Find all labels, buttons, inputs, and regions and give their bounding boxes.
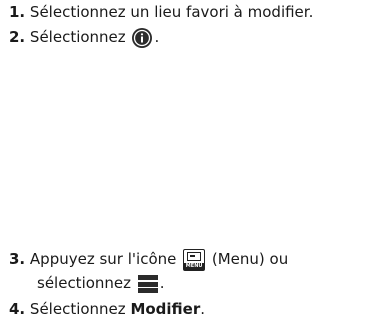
step-number: 1. [9, 3, 26, 21]
step-text: Sélectionnez [29, 300, 131, 318]
step-text-end: . [154, 28, 160, 46]
step-number: 3. [9, 250, 26, 268]
step-3: 3. Appuyez sur l'icône MENU (Menu) ou [9, 248, 288, 271]
menu-key-icon: MENU [183, 248, 206, 271]
modifier-term: Modifier [130, 300, 201, 318]
step-text: Sélectionnez [29, 28, 131, 46]
step-text: sélectionnez [37, 274, 136, 292]
step-2: 2. Sélectionnez . [9, 26, 159, 48]
step-text-end: . [200, 300, 206, 318]
step-4: 4. Sélectionnez Modifier. [9, 298, 205, 320]
step-text: Sélectionnez un lieu favori à modifier. [29, 3, 314, 21]
step-text: Appuyez sur l'icône [29, 250, 182, 268]
step-text-end: . [159, 274, 165, 292]
step-3-line-2: sélectionnez . [37, 272, 165, 294]
step-number: 2. [9, 28, 26, 46]
menu-key-label: MENU [184, 262, 205, 270]
info-icon [132, 27, 153, 48]
step-1: 1. Sélectionnez un lieu favori à modifie… [9, 1, 313, 23]
hamburger-menu-icon [137, 274, 158, 293]
step-text-cont: (Menu) ou [207, 250, 289, 268]
step-number: 4. [9, 300, 26, 318]
